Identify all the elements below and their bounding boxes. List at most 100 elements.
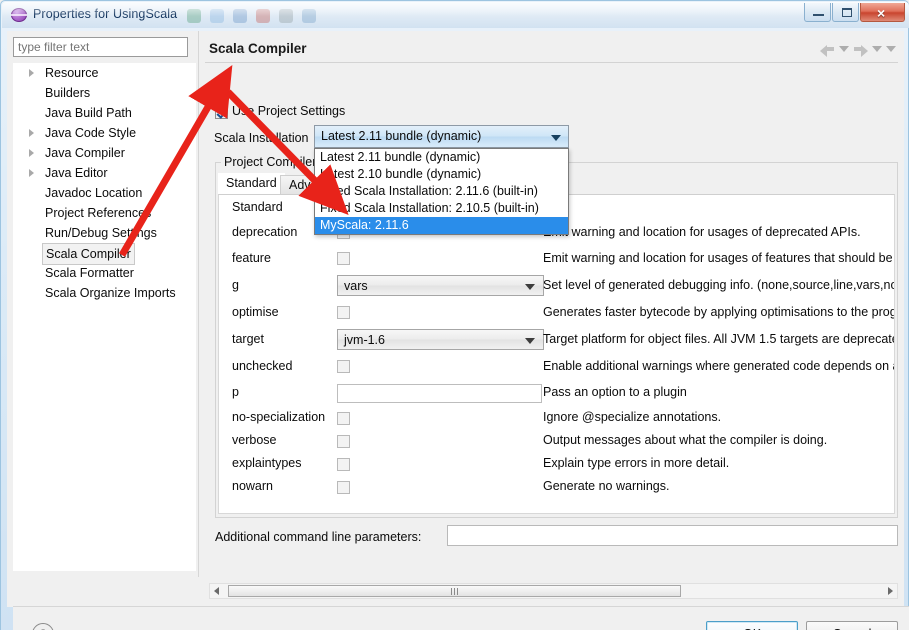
- settings-tree[interactable]: Resource Builders Java Build Path Java C…: [13, 63, 196, 571]
- option-name: no-specialization: [232, 410, 326, 424]
- option-combo-g[interactable]: vars: [337, 275, 544, 296]
- option-combo-value: vars: [344, 279, 368, 293]
- tree-item-label: Java Build Path: [45, 106, 132, 120]
- option-description: Emit warning and location for usages of …: [543, 225, 861, 239]
- option-name: unchecked: [232, 359, 293, 373]
- tree-item-label: Javadoc Location: [45, 186, 143, 200]
- option-row-verbose: verbose Output messages about what the c…: [219, 429, 894, 452]
- tree-item-java-code-style[interactable]: Java Code Style: [13, 123, 196, 143]
- scroll-right-arrow-icon[interactable]: [888, 587, 893, 595]
- tree-item-label: Builders: [45, 86, 91, 100]
- title-rule: [205, 62, 898, 63]
- tree-item-builders[interactable]: Builders: [13, 83, 196, 103]
- option-row-p: p Pass an option to a plugin: [219, 379, 894, 406]
- option-description: Target platform for object files. All JV…: [543, 332, 895, 346]
- option-row-nowarn: nowarn Generate no warnings.: [219, 475, 894, 498]
- tree-item-resource[interactable]: Resource: [13, 63, 196, 83]
- option-row-target: target jvm-1.6 Target platform for objec…: [219, 325, 894, 353]
- dialog-body: Resource Builders Java Build Path Java C…: [7, 31, 909, 642]
- tree-item-scala-formatter[interactable]: Scala Formatter: [13, 263, 196, 283]
- page-navigation[interactable]: [820, 42, 896, 57]
- option-name: feature: [232, 251, 271, 265]
- tree-item-label: Project References: [45, 206, 152, 220]
- back-arrow-icon[interactable]: [820, 42, 835, 57]
- scala-globe-icon: [11, 7, 27, 23]
- tree-item-label: Java Code Style: [45, 126, 137, 140]
- horizontal-scrollbar[interactable]: [209, 583, 898, 599]
- dropdown-option[interactable]: Fixed Scala Installation: 2.11.6 (built-…: [315, 183, 568, 200]
- tree-item-label: Run/Debug Settings: [45, 226, 157, 240]
- use-project-settings-checkbox[interactable]: [215, 106, 228, 119]
- tree-item-scala-compiler[interactable]: Scala Compiler: [13, 243, 196, 265]
- properties-dialog-screenshot: Properties for UsingScala × type filter …: [0, 0, 909, 642]
- option-description: Explain type errors in more detail.: [543, 456, 730, 470]
- scala-installation-label: Scala Installation: [214, 131, 309, 145]
- option-checkbox-unchecked[interactable]: [337, 360, 350, 373]
- option-name: explaintypes: [232, 456, 302, 470]
- tree-item-java-compiler[interactable]: Java Compiler: [13, 143, 196, 163]
- chevron-down-icon[interactable]: [525, 284, 535, 290]
- option-checkbox-nowarn[interactable]: [337, 481, 350, 494]
- page-menu-chevron-down-icon[interactable]: [886, 45, 896, 52]
- dropdown-option[interactable]: Fixed Scala Installation: 2.10.5 (built-…: [315, 200, 568, 217]
- chevron-right-icon[interactable]: [29, 169, 34, 177]
- option-checkbox-feature[interactable]: [337, 252, 350, 265]
- option-combo-target[interactable]: jvm-1.6: [337, 329, 544, 350]
- option-checkbox-no-specialization[interactable]: [337, 412, 350, 425]
- forward-history-chevron-down-icon[interactable]: [872, 45, 882, 52]
- dropdown-option[interactable]: Latest 2.10 bundle (dynamic): [315, 166, 568, 183]
- window-controls: ×: [804, 3, 905, 22]
- chevron-down-icon[interactable]: [551, 135, 561, 141]
- option-name: Standard: [232, 200, 283, 214]
- tree-item-java-editor[interactable]: Java Editor: [13, 163, 196, 183]
- dropdown-option-myscala[interactable]: MyScala: 2.11.6: [315, 217, 568, 234]
- standard-options-panel: Standard deprecation Emit warning and lo…: [218, 194, 895, 514]
- chevron-down-icon[interactable]: [525, 338, 535, 344]
- option-description: Enable additional warnings where generat…: [543, 359, 894, 373]
- close-icon: ×: [877, 5, 886, 21]
- panel-divider: [198, 31, 199, 577]
- option-row-unchecked: unchecked Enable additional warnings whe…: [219, 353, 894, 379]
- option-name: nowarn: [232, 479, 273, 493]
- title-bar[interactable]: Properties for UsingScala ×: [2, 2, 909, 28]
- chevron-right-icon[interactable]: [29, 129, 34, 137]
- option-checkbox-optimise[interactable]: [337, 306, 350, 319]
- option-description: Pass an option to a plugin: [543, 385, 687, 399]
- option-description: Generates faster bytecode by applying op…: [543, 305, 895, 319]
- option-checkbox-explaintypes[interactable]: [337, 458, 350, 471]
- forward-arrow-icon[interactable]: [853, 42, 868, 57]
- option-description: Ignore @specialize annotations.: [543, 410, 722, 424]
- tree-item-label: Scala Formatter: [45, 266, 134, 280]
- tree-item-java-build-path[interactable]: Java Build Path: [13, 103, 196, 123]
- scroll-left-arrow-icon[interactable]: [214, 587, 219, 595]
- back-history-chevron-down-icon[interactable]: [839, 45, 849, 52]
- chevron-right-icon[interactable]: [29, 149, 34, 157]
- maximize-button[interactable]: [832, 3, 859, 22]
- tree-item-label: Scala Compiler: [42, 243, 135, 265]
- tab-standard[interactable]: Standard: [218, 173, 285, 194]
- scala-installation-dropdown[interactable]: Latest 2.11 bundle (dynamic) Latest 2.10…: [314, 148, 569, 235]
- close-button[interactable]: ×: [860, 3, 905, 22]
- tree-item-javadoc-location[interactable]: Javadoc Location: [13, 183, 196, 203]
- tree-item-label: Java Editor: [45, 166, 108, 180]
- option-description: Emit warning and location for usages of …: [543, 251, 894, 265]
- chevron-right-icon[interactable]: [29, 69, 34, 77]
- minimize-button[interactable]: [804, 3, 831, 22]
- option-name: target: [232, 332, 264, 346]
- tree-item-label: Scala Organize Imports: [45, 286, 176, 300]
- additional-params-input[interactable]: [447, 525, 898, 546]
- option-name: g: [232, 278, 239, 292]
- dropdown-option[interactable]: Latest 2.11 bundle (dynamic): [315, 149, 568, 166]
- scala-installation-combo[interactable]: Latest 2.11 bundle (dynamic): [314, 125, 569, 148]
- option-text-p[interactable]: [337, 384, 542, 403]
- page-title: Scala Compiler: [209, 41, 307, 56]
- background-toolbar-icons: [187, 5, 587, 27]
- option-checkbox-verbose[interactable]: [337, 435, 350, 448]
- additional-params-label: Additional command line parameters:: [215, 530, 422, 544]
- tree-item-project-references[interactable]: Project References: [13, 203, 196, 223]
- scrollbar-thumb[interactable]: [228, 585, 681, 597]
- tree-item-run-debug-settings[interactable]: Run/Debug Settings: [13, 223, 196, 243]
- option-row-optimise: optimise Generates faster bytecode by ap…: [219, 299, 894, 325]
- filter-input[interactable]: [13, 37, 188, 57]
- tree-item-scala-organize-imports[interactable]: Scala Organize Imports: [13, 283, 196, 303]
